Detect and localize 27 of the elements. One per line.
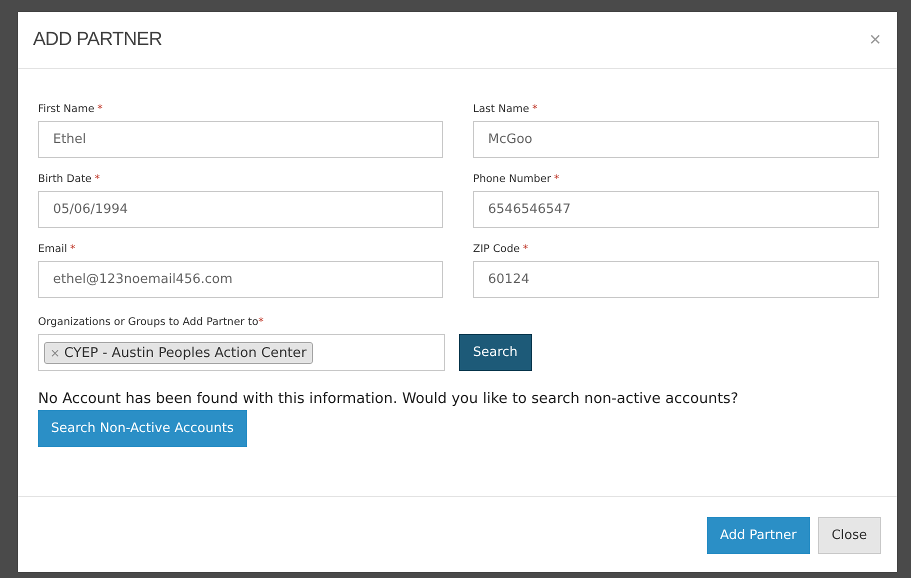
field-label: Last Name (473, 103, 530, 115)
input-field[interactable]: 6546546547 (473, 191, 879, 228)
field-label: Birth Date (38, 173, 92, 185)
required-mark: * (258, 316, 264, 328)
add-partner-button[interactable]: Add Partner (707, 517, 810, 554)
field-label: Email (38, 243, 68, 255)
field-label: ZIP Code (473, 243, 520, 255)
input-field[interactable]: ethel@123noemail456.com (38, 261, 443, 298)
info-message: No Account has been found with this information. Would you like to search non-active accounts? (38, 391, 740, 407)
required-mark: * (522, 243, 528, 255)
organization-field[interactable]: × CYEP - Austin Peoples Action Center (38, 334, 445, 371)
input-field[interactable]: McGoo (473, 121, 879, 158)
input-field[interactable]: 60124 (473, 261, 879, 298)
required-mark: * (70, 243, 76, 255)
organization-tag: × CYEP - Austin Peoples Action Center (44, 342, 313, 364)
field-label: Organizations or Groups to Add Partner to (38, 316, 258, 328)
input-field[interactable]: Ethel (38, 121, 443, 158)
close-dialog-button[interactable]: Close (818, 517, 881, 554)
field-label: Phone Number (473, 173, 552, 185)
required-mark: * (554, 173, 560, 185)
input-field[interactable]: 05/06/1994 (38, 191, 443, 228)
field-label: First Name (38, 103, 94, 115)
required-mark: * (532, 103, 538, 115)
required-mark: * (94, 173, 100, 185)
dialog-title: ADD PARTNER (33, 29, 162, 51)
required-mark: * (97, 103, 103, 115)
search-button[interactable]: Search (459, 334, 532, 371)
